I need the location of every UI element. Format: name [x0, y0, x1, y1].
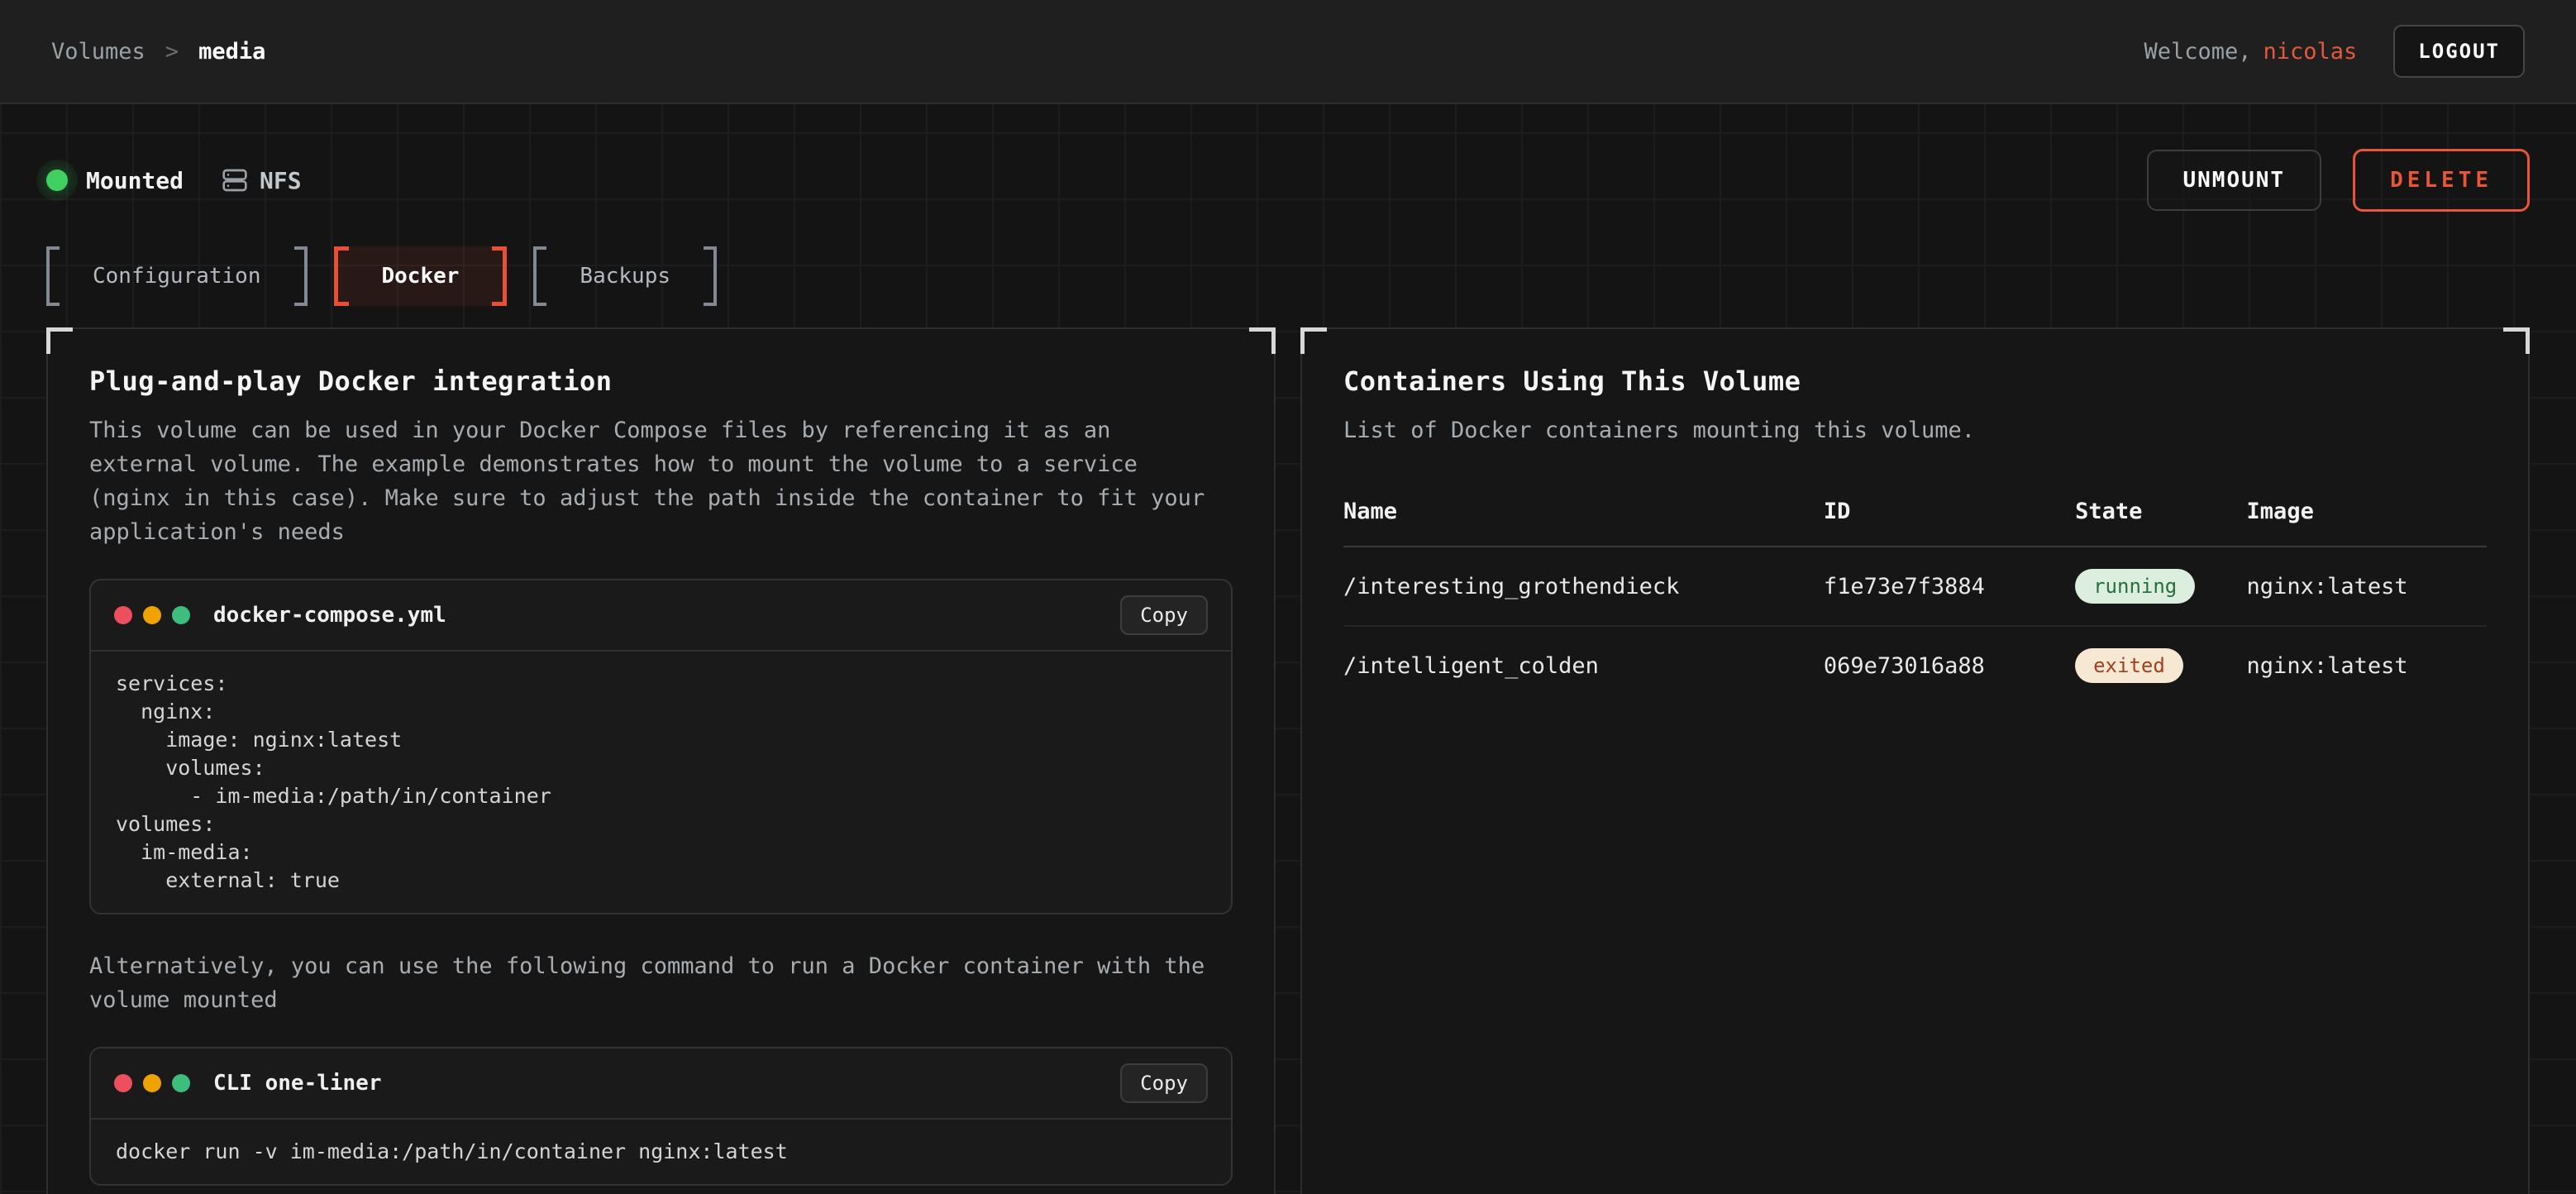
main-content: Mounted NFS UNMOUNT DELETE	[0, 149, 2576, 1194]
bracket-right-icon	[294, 246, 308, 306]
breadcrumb-current-volume: media	[198, 39, 265, 64]
status-row: Mounted NFS UNMOUNT DELETE	[46, 149, 2530, 212]
tab-label: Docker	[349, 246, 493, 306]
top-bar: Volumes > media Welcome, nicolas LOGOUT	[0, 0, 2576, 104]
container-id: f1e73e7f3884	[1824, 547, 2075, 626]
column-header-name: Name	[1343, 499, 1824, 547]
panel-corner-icon	[46, 327, 73, 354]
compose-code-header: docker-compose.yml Copy	[91, 580, 1231, 652]
compose-code-block: docker-compose.yml Copy services: nginx:…	[89, 579, 1233, 915]
compose-filename: docker-compose.yml	[213, 603, 446, 628]
bracket-right-icon	[492, 246, 507, 306]
traffic-lights-icon	[114, 1074, 190, 1092]
traffic-red-icon	[114, 606, 132, 624]
table-header-row: Name ID State Image	[1343, 499, 2487, 547]
breadcrumb: Volumes > media	[51, 39, 265, 64]
cli-code-block: CLI one-liner Copy docker run -v im-medi…	[89, 1047, 1233, 1186]
traffic-green-icon	[172, 1074, 190, 1092]
welcome-prefix: Welcome,	[2144, 39, 2251, 64]
bracket-right-icon	[704, 246, 717, 306]
containers-panel-title: Containers Using This Volume	[1343, 365, 2487, 397]
traffic-red-icon	[114, 1074, 132, 1092]
column-header-id: ID	[1824, 499, 2075, 547]
cli-intro-text: Alternatively, you can use the following…	[89, 949, 1230, 1017]
bracket-left-icon	[533, 246, 546, 306]
panels-row: Plug-and-play Docker integration This vo…	[46, 327, 2530, 1194]
tab-label: Configuration	[60, 246, 294, 306]
breadcrumb-separator-icon: >	[165, 39, 179, 64]
tab-label: Backups	[546, 246, 704, 306]
panel-corner-icon	[1249, 327, 1276, 354]
table-row: /intelligent_colden 069e73016a88 exited …	[1343, 626, 2487, 704]
container-id: 069e73016a88	[1824, 626, 2075, 704]
docker-panel-title: Plug-and-play Docker integration	[89, 365, 1233, 397]
username: nicolas	[2264, 39, 2358, 64]
cli-code-content: docker run -v im-media:/path/in/containe…	[91, 1120, 1231, 1184]
docker-integration-panel: Plug-and-play Docker integration This vo…	[46, 327, 1276, 1194]
tab-configuration[interactable]: Configuration	[46, 246, 308, 306]
column-header-state: State	[2075, 499, 2246, 547]
breadcrumb-volumes-link[interactable]: Volumes	[51, 39, 145, 64]
panel-corner-icon	[2503, 327, 2530, 354]
protocol-label: NFS	[260, 167, 302, 194]
traffic-amber-icon	[143, 606, 161, 624]
containers-panel: Containers Using This Volume List of Doc…	[1300, 327, 2530, 1194]
delete-button[interactable]: DELETE	[2353, 149, 2530, 212]
traffic-amber-icon	[143, 1074, 161, 1092]
tab-bar: Configuration Docker Backups	[46, 246, 2530, 306]
welcome-text: Welcome, nicolas	[2144, 39, 2357, 64]
volume-actions: UNMOUNT DELETE	[2147, 149, 2531, 212]
container-image: nginx:latest	[2247, 626, 2487, 704]
logout-button[interactable]: LOGOUT	[2393, 25, 2525, 78]
traffic-lights-icon	[114, 606, 190, 624]
unmount-button[interactable]: UNMOUNT	[2147, 150, 2322, 211]
cli-code-header: CLI one-liner Copy	[91, 1048, 1231, 1120]
copy-compose-button[interactable]: Copy	[1120, 595, 1208, 635]
status-badge: running	[2075, 569, 2195, 604]
copy-cli-button[interactable]: Copy	[1120, 1063, 1208, 1103]
server-stack-icon	[222, 167, 248, 193]
tab-backups[interactable]: Backups	[533, 246, 717, 306]
topbar-right: Welcome, nicolas LOGOUT	[2144, 25, 2525, 78]
table-row: /interesting_grothendieck f1e73e7f3884 r…	[1343, 547, 2487, 626]
volume-status: Mounted NFS	[46, 167, 302, 194]
protocol-indicator: NFS	[222, 167, 302, 194]
docker-panel-description: This volume can be used in your Docker C…	[89, 413, 1230, 549]
tab-docker[interactable]: Docker	[334, 246, 508, 306]
status-badge: exited	[2075, 648, 2183, 683]
container-image: nginx:latest	[2247, 547, 2487, 626]
container-name: /interesting_grothendieck	[1343, 547, 1824, 626]
cli-filename: CLI one-liner	[213, 1071, 382, 1096]
containers-panel-subtitle: List of Docker containers mounting this …	[1343, 413, 2487, 447]
column-header-image: Image	[2247, 499, 2487, 547]
mounted-status-label: Mounted	[86, 167, 184, 194]
bracket-left-icon	[334, 246, 349, 306]
volume-detail-page: Volumes > media Welcome, nicolas LOGOUT M…	[0, 0, 2576, 1194]
containers-table: Name ID State Image /interesting_grothen…	[1343, 499, 2487, 704]
traffic-green-icon	[172, 606, 190, 624]
panel-corner-icon	[1300, 327, 1327, 354]
compose-code-content: services: nginx: image: nginx:latest vol…	[91, 652, 1231, 913]
container-name: /intelligent_colden	[1343, 626, 1824, 704]
mounted-status-dot-icon	[46, 170, 68, 191]
bracket-left-icon	[46, 246, 60, 306]
